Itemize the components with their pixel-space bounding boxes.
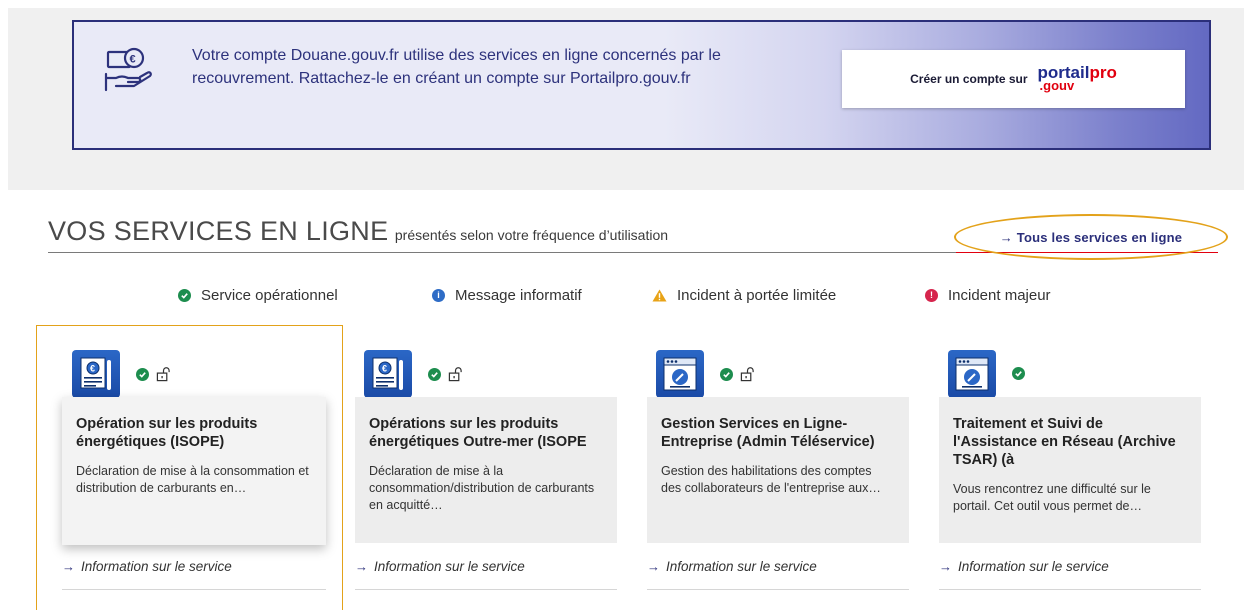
svg-text:€: € <box>90 364 95 374</box>
services-title: VOS SERVICES EN LIGNE <box>48 216 389 246</box>
all-services-label: → Tous les services en ligne <box>999 229 1183 245</box>
info-circle-icon: i <box>432 289 445 302</box>
all-services-link[interactable]: → Tous les services en ligne <box>954 214 1228 260</box>
service-card-description: Déclaration de mise à la consommation et… <box>76 464 309 495</box>
create-portailpro-account-button[interactable]: Créer un compte sur portailpro .gouv <box>842 50 1185 108</box>
service-card[interactable]: Gestion Services en Ligne- Entreprise (A… <box>647 397 909 543</box>
service-card-description: Vous rencontrez une difficulté sur le po… <box>953 482 1151 513</box>
legend-label: Incident majeur <box>948 287 1051 304</box>
check-circle-icon <box>136 368 149 381</box>
service-card-title: Traitement et Suivi de l'Assistance en R… <box>953 416 1176 468</box>
service-info-label: Information sur le service <box>958 559 1109 574</box>
arrow-right-icon: → <box>647 559 660 574</box>
service-card-title: Opérations sur les produits énergétiques… <box>369 416 587 450</box>
legend-operational: Service opérationnel <box>178 287 338 304</box>
unlock-icon <box>448 367 462 382</box>
hand-coin-icon: € <box>104 47 152 92</box>
svg-text:€: € <box>382 364 387 374</box>
legend-major-incident: ! Incident majeur <box>925 287 1051 304</box>
portailpro-banner: € Votre compte Douane.gouv.fr utilise de… <box>72 20 1211 150</box>
legend-label: Message informatif <box>455 287 582 304</box>
service-info-label: Information sur le service <box>81 559 232 574</box>
check-circle-icon <box>720 368 733 381</box>
service-card-description: Déclaration de mise à la consommation/di… <box>369 464 595 512</box>
arrow-right-icon: → <box>355 559 368 574</box>
services-heading: VOS SERVICES EN LIGNE présentés selon vo… <box>48 216 668 247</box>
document-coin-icon: € <box>72 350 120 398</box>
legend-label: Incident à portée limitée <box>677 287 837 304</box>
card-status <box>720 367 755 382</box>
legend-label: Service opérationnel <box>201 287 338 304</box>
service-info-link[interactable]: → Information sur le service <box>647 559 817 574</box>
alert-circle-icon: ! <box>925 289 938 302</box>
heading-divider <box>48 252 956 253</box>
legend-limited-incident: Incident à portée limitée <box>652 287 836 304</box>
create-account-label: Créer un compte sur <box>910 72 1028 86</box>
card-status <box>428 367 463 382</box>
services-subtitle: présentés selon votre fréquence d’utilis… <box>394 227 669 243</box>
service-card[interactable]: Traitement et Suivi de l'Assistance en R… <box>939 397 1201 543</box>
check-circle-icon <box>428 368 441 381</box>
warning-triangle-icon <box>652 289 667 302</box>
service-info-label: Information sur le service <box>666 559 817 574</box>
browser-window-icon <box>948 350 996 398</box>
service-info-link[interactable]: → Information sur le service <box>62 559 232 574</box>
service-info-link[interactable]: → Information sur le service <box>939 559 1109 574</box>
legend-info: i Message informatif <box>432 287 582 304</box>
check-circle-icon <box>178 289 191 302</box>
divider <box>939 589 1201 590</box>
divider <box>62 589 326 590</box>
service-info-link[interactable]: → Information sur le service <box>355 559 525 574</box>
check-circle-icon <box>1012 367 1025 380</box>
top-band: € Votre compte Douane.gouv.fr utilise de… <box>8 8 1244 190</box>
document-coin-icon: € <box>364 350 412 398</box>
portailpro-logo: portailpro .gouv <box>1038 63 1117 92</box>
banner-message: Votre compte Douane.gouv.fr utilise des … <box>192 47 721 87</box>
unlock-icon <box>740 367 754 382</box>
svg-text:€: € <box>130 54 136 66</box>
unlock-icon <box>156 367 170 382</box>
arrow-right-icon: → <box>939 559 952 574</box>
service-card-title: Gestion Services en Ligne- Entreprise (A… <box>661 416 875 450</box>
service-card[interactable]: Opération sur les produits énergétiques … <box>62 397 326 545</box>
service-card-title: Opération sur les produits énergétiques … <box>76 416 258 450</box>
service-info-label: Information sur le service <box>374 559 525 574</box>
browser-window-icon <box>656 350 704 398</box>
arrow-right-icon: → <box>62 559 75 574</box>
logo-pro: pro <box>1089 63 1117 82</box>
service-card-description: Gestion des habilitations des comptes de… <box>661 464 881 495</box>
card-status <box>1012 367 1025 380</box>
card-status <box>136 367 171 382</box>
divider <box>355 589 617 590</box>
service-card[interactable]: Opérations sur les produits énergétiques… <box>355 397 617 543</box>
divider <box>647 589 909 590</box>
